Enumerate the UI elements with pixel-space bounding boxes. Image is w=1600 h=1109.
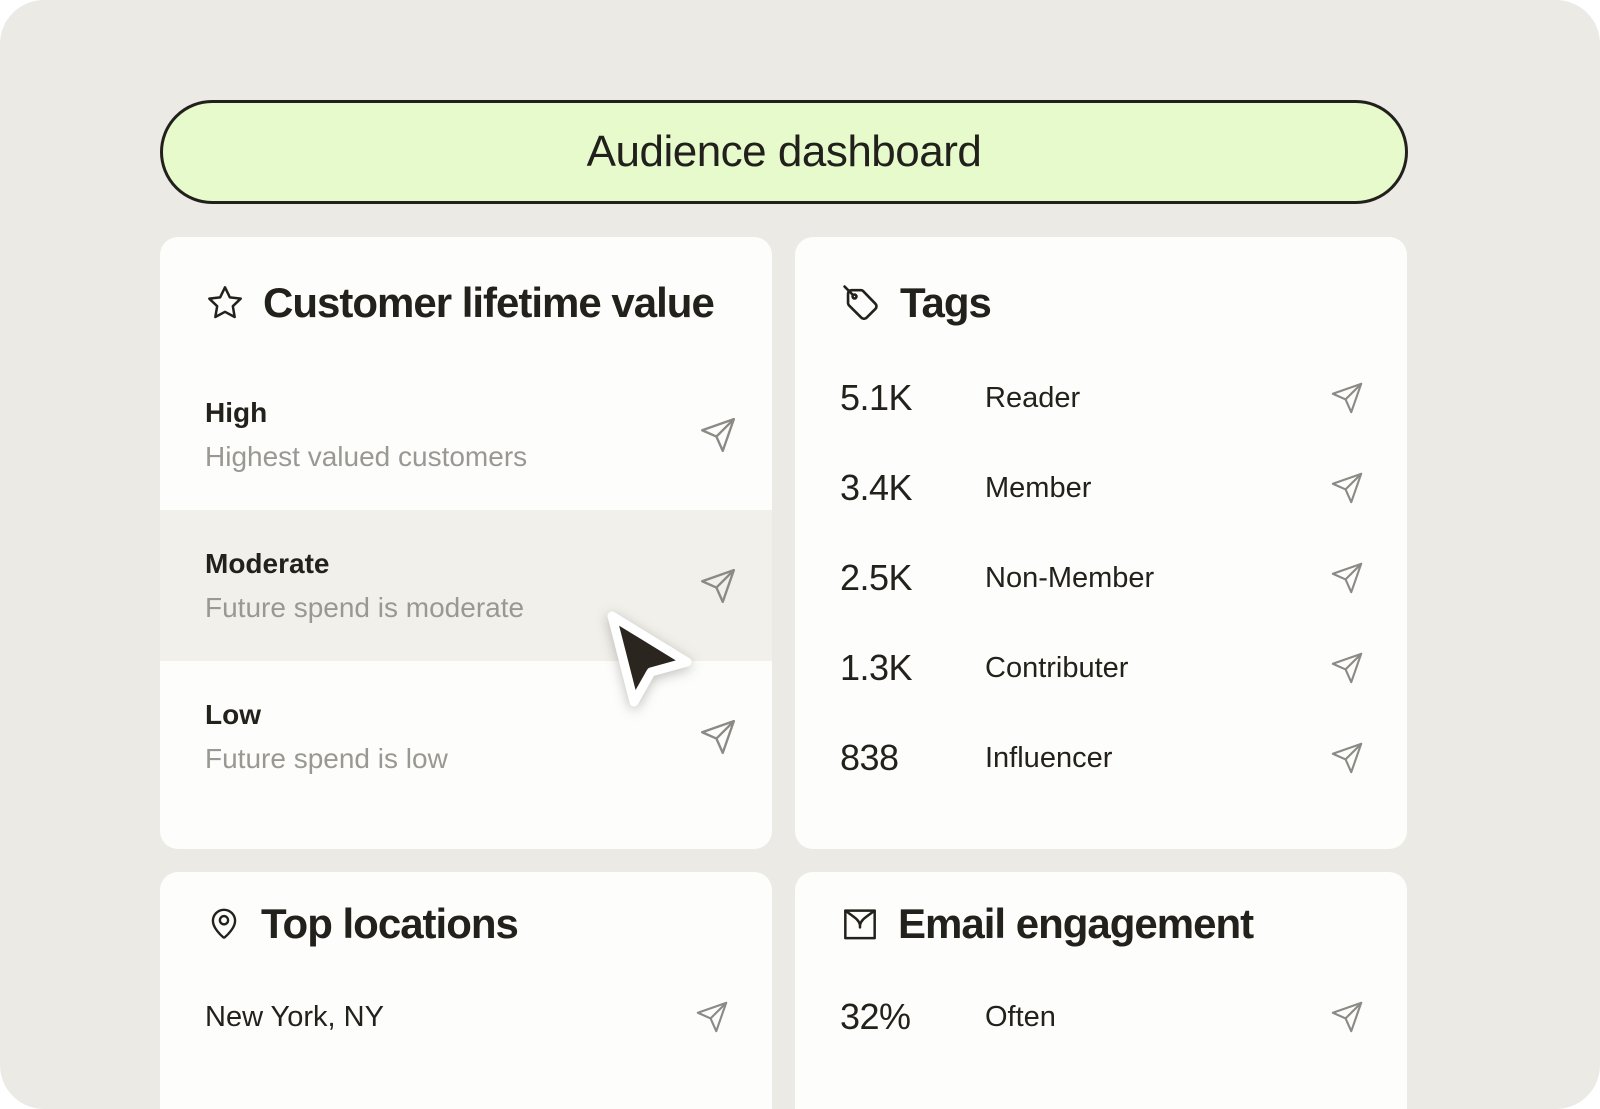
card-header: Tags (795, 237, 1407, 325)
locations-list: New York, NY (160, 972, 772, 1062)
tag-row-non-member[interactable]: 2.5K Non-Member (795, 533, 1407, 623)
clv-item-description: Future spend is low (205, 742, 448, 776)
clv-item-description: Future spend is moderate (205, 591, 524, 625)
tag-name: Contributer (985, 652, 1330, 685)
send-icon[interactable] (699, 416, 737, 454)
clv-list: High Highest valued customers Moderate F… (160, 359, 772, 812)
tag-count: 1.3K (840, 647, 985, 689)
tag-row-influencer[interactable]: 838 Influencer (795, 713, 1407, 803)
tag-count: 3.4K (840, 467, 985, 509)
tags-card: Tags 5.1K Reader 3.4K Member 2.5K Non-Me… (795, 237, 1407, 849)
email-icon (840, 904, 880, 944)
email-engagement-card: Email engagement 32% Often (795, 872, 1407, 1109)
tag-name: Reader (985, 382, 1330, 415)
card-title: Top locations (261, 902, 518, 946)
send-icon[interactable] (1330, 471, 1364, 505)
card-title: Tags (900, 281, 991, 325)
card-title: Customer lifetime value (263, 281, 714, 325)
send-icon[interactable] (1330, 651, 1364, 685)
clv-item-text: Moderate Future spend is moderate (205, 547, 524, 624)
tag-row-member[interactable]: 3.4K Member (795, 443, 1407, 533)
clv-item-moderate[interactable]: Moderate Future spend is moderate (160, 510, 772, 661)
send-icon[interactable] (1330, 381, 1364, 415)
clv-item-low[interactable]: Low Future spend is low (160, 661, 772, 812)
audience-dashboard-page: Audience dashboard Customer lifetime val… (0, 0, 1600, 1109)
email-frequency: Often (985, 1001, 1330, 1034)
card-header: Customer lifetime value (160, 237, 772, 325)
tag-name: Member (985, 472, 1330, 505)
clv-item-description: Highest valued customers (205, 440, 527, 474)
clv-item-label: Moderate (205, 547, 524, 581)
card-header: Email engagement (795, 872, 1407, 946)
location-name: New York, NY (205, 1001, 695, 1034)
clv-item-text: High Highest valued customers (205, 396, 527, 473)
email-row-often[interactable]: 32% Often (795, 972, 1407, 1062)
tag-icon (840, 282, 882, 324)
tag-row-reader[interactable]: 5.1K Reader (795, 353, 1407, 443)
send-icon[interactable] (1330, 561, 1364, 595)
email-percentage: 32% (840, 996, 985, 1038)
tags-list: 5.1K Reader 3.4K Member 2.5K Non-Member … (795, 353, 1407, 803)
tag-name: Influencer (985, 742, 1330, 775)
dashboard-title-pill: Audience dashboard (160, 100, 1408, 204)
clv-item-label: Low (205, 698, 448, 732)
clv-item-high[interactable]: High Highest valued customers (160, 359, 772, 510)
send-icon[interactable] (699, 567, 737, 605)
card-title: Email engagement (898, 902, 1253, 946)
email-list: 32% Often (795, 972, 1407, 1062)
tag-row-contributer[interactable]: 1.3K Contributer (795, 623, 1407, 713)
card-header: Top locations (160, 872, 772, 946)
map-pin-icon (205, 905, 243, 943)
clv-item-label: High (205, 396, 527, 430)
customer-lifetime-value-card: Customer lifetime value High Highest val… (160, 237, 772, 849)
send-icon[interactable] (1330, 741, 1364, 775)
tag-count: 838 (840, 737, 985, 779)
page-title: Audience dashboard (587, 127, 982, 177)
tag-count: 2.5K (840, 557, 985, 599)
location-row-new-york[interactable]: New York, NY (160, 972, 772, 1062)
top-locations-card: Top locations New York, NY (160, 872, 772, 1109)
send-icon[interactable] (699, 718, 737, 756)
tag-name: Non-Member (985, 562, 1330, 595)
star-icon (205, 283, 245, 323)
send-icon[interactable] (695, 1000, 729, 1034)
send-icon[interactable] (1330, 1000, 1364, 1034)
tag-count: 5.1K (840, 377, 985, 419)
clv-item-text: Low Future spend is low (205, 698, 448, 775)
